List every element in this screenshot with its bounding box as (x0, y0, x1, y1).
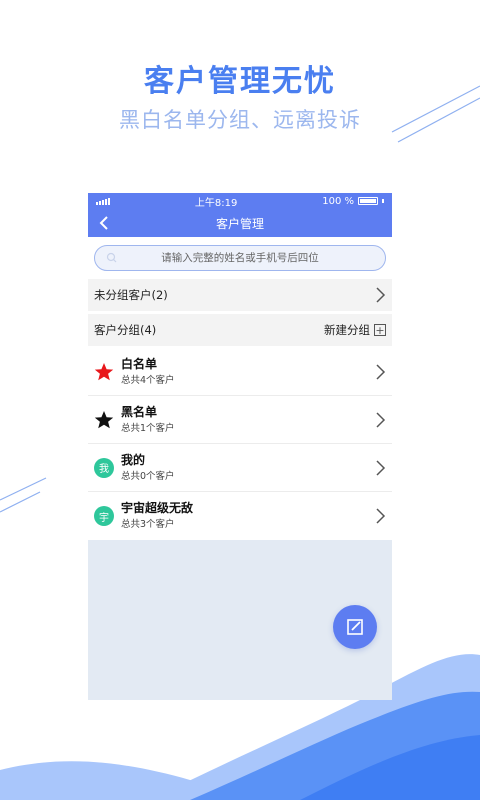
chevron-left-icon (99, 216, 108, 230)
status-bar: 上午8:19 100 % (88, 193, 392, 209)
edit-button[interactable] (333, 605, 377, 649)
search-icon (106, 252, 117, 263)
battery-icon (358, 197, 378, 205)
plus-icon: + (374, 323, 386, 337)
chevron-right-icon (376, 287, 386, 303)
red-star-icon (94, 362, 114, 382)
group-count: 总共0个客户 (121, 470, 175, 482)
group-count: 总共1个客户 (121, 422, 175, 434)
phone-screen: 上午8:19 100 % 客户管理 未分组客户(2) 客 (88, 193, 392, 700)
list-item[interactable]: 宇 宇宙超级无敌 总共3个客户 (88, 492, 392, 540)
groups-header: 客户分组(4) 新建分组 + (88, 314, 392, 346)
search-area (88, 237, 392, 279)
group-name: 白名单 (121, 356, 158, 371)
search-box[interactable] (94, 245, 386, 271)
group-count: 总共3个客户 (121, 519, 175, 530)
search-input[interactable] (119, 252, 375, 264)
avatar: 宇 (94, 506, 114, 526)
avatar: 我 (94, 457, 114, 478)
list-item[interactable]: 黑名单 总共1个客户 (88, 396, 392, 444)
group-count: 总共4个客户 (121, 374, 175, 386)
ungrouped-customers-row[interactable]: 未分组客户(2) (88, 279, 392, 311)
list-item[interactable]: 我 我的 总共0个客户 (88, 444, 392, 492)
new-group-button[interactable]: 新建分组 + (324, 322, 386, 338)
promo-subtitle: 黑白名单分组、远离投诉 (119, 108, 361, 132)
black-star-icon (94, 410, 114, 430)
battery-percent: 100 % (322, 195, 354, 207)
chevron-right-icon (376, 411, 386, 428)
group-name: 黑名单 (121, 404, 158, 419)
ungrouped-label: 未分组客户(2) (94, 288, 168, 302)
page-title: 客户管理 (215, 216, 264, 231)
chevron-right-icon (376, 508, 386, 524)
chevron-right-icon (376, 363, 386, 380)
groups-header-label: 客户分组(4) (94, 323, 157, 337)
back-button[interactable] (94, 213, 114, 233)
group-list: 白名单 总共4个客户 黑名单 总共1个客户 我 我的 总共0个客户 宇 宇宙超级… (88, 348, 392, 540)
group-name: 我的 (121, 452, 146, 467)
status-time: 上午8:19 (194, 197, 238, 209)
nav-bar: 客户管理 (88, 209, 392, 237)
promo-title: 客户管理无忧 (144, 64, 336, 99)
signal-icon (96, 197, 110, 205)
new-group-label: 新建分组 (324, 323, 370, 337)
chevron-right-icon (376, 459, 386, 476)
group-name: 宇宙超级无敌 (121, 501, 194, 515)
list-item[interactable]: 白名单 总共4个客户 (88, 348, 392, 396)
edit-icon (347, 619, 363, 635)
